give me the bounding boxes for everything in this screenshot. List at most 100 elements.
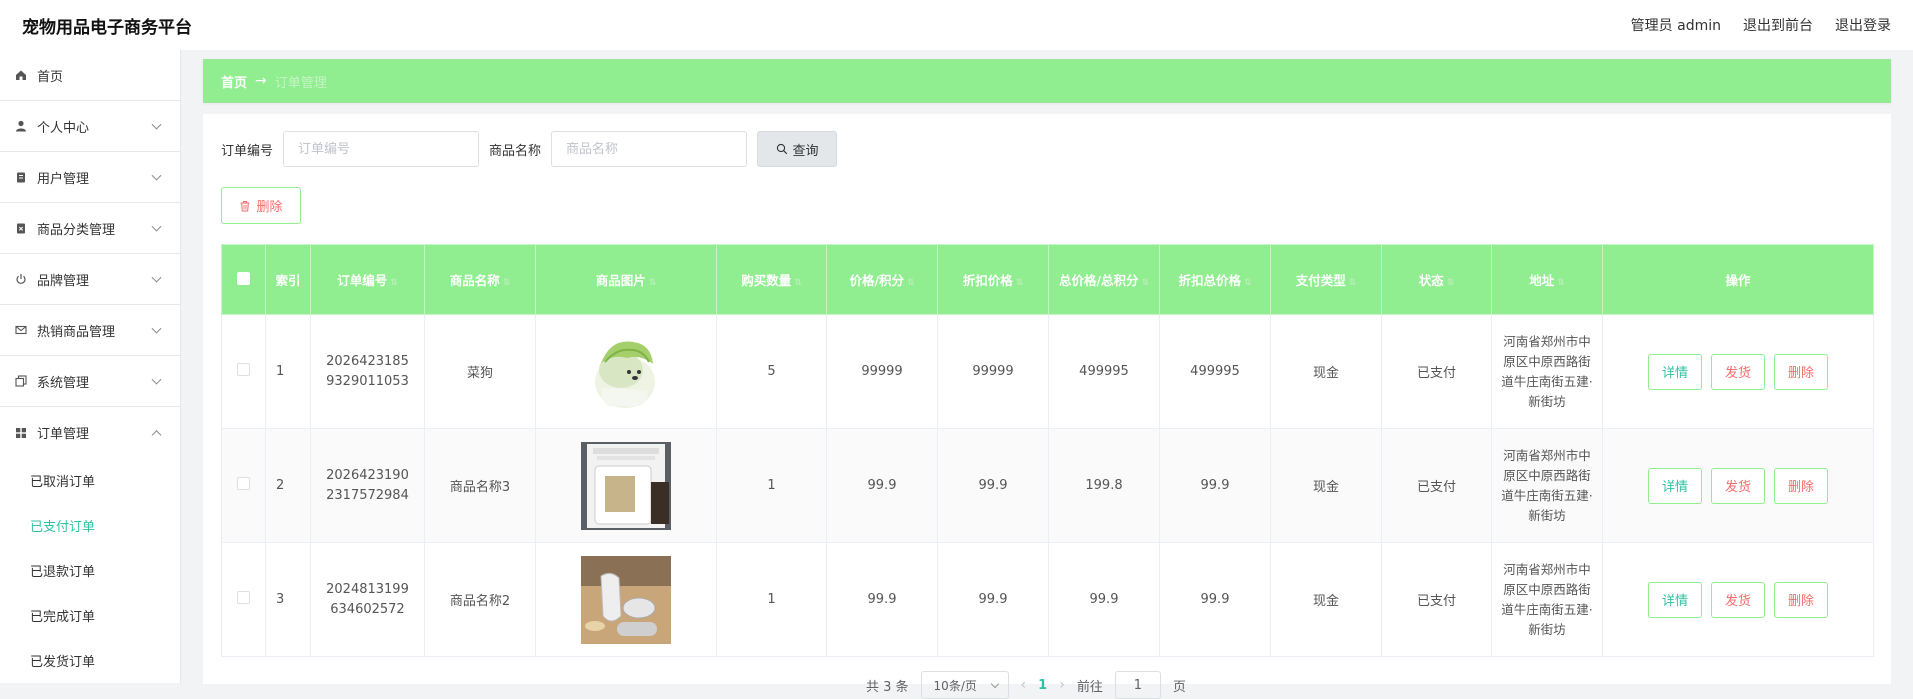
cell-qty: 5 [716,314,827,429]
column-header[interactable]: 商品名称 ⇅ [424,244,536,315]
cell-pay-type: 现金 [1270,314,1382,429]
cell-price: 99.9 [826,542,938,657]
column-header[interactable]: 价格/积分 ⇅ [826,244,938,315]
sidebar-subitem-completed[interactable]: 已完成订单 [0,593,180,638]
select-all-cell[interactable] [221,244,266,315]
column-header[interactable]: 支付类型 ⇅ [1270,244,1382,315]
sidebar-item-orders[interactable]: 订单管理 [0,407,180,458]
breadcrumb-home[interactable]: 首页 [221,72,247,91]
sort-icon: ⇅ [907,278,915,288]
cell-discount-total: 499995 [1159,314,1271,429]
cell-discount: 99.9 [937,428,1049,543]
sort-icon: ⇅ [1141,278,1150,288]
sidebar-item-home[interactable]: 首页 [0,50,180,101]
search-icon [776,143,787,155]
table-row: 2 20264231902317572984 商品名称3 1 99.9 99.9… [221,428,1874,543]
front-site-link[interactable]: 退出到前台 [1743,15,1813,35]
column-header[interactable]: 订单编号 ⇅ [310,244,425,315]
detail-button[interactable]: 详情 [1648,581,1702,618]
page-number[interactable]: 1 [1038,678,1047,693]
sidebar-item-system[interactable]: 系统管理 [0,356,180,407]
sidebar-item-category[interactable]: 商品分类管理 [0,203,180,254]
column-header[interactable]: 状态 ⇅ [1381,244,1492,315]
user-icon [14,119,28,133]
batch-delete-label: 删除 [256,200,283,215]
sidebar-subitem-refunded[interactable]: 已退款订单 [0,548,180,593]
power-icon [14,272,28,286]
ship-button[interactable]: 发货 [1711,353,1765,390]
column-header[interactable]: 折扣价格 ⇅ [937,244,1049,315]
copy-icon [14,374,28,388]
top-bar: 宠物用品电子商务平台 管理员 admin 退出到前台 退出登录 [0,0,1913,50]
detail-button[interactable]: 详情 [1648,467,1702,504]
product-name-input[interactable] [551,131,748,167]
cell-product-image[interactable] [535,314,717,429]
product-image-pet-feeder[interactable] [581,441,671,530]
search-form: 订单编号 商品名称 查询 [221,131,838,167]
product-image-pet-tags[interactable] [581,555,671,644]
order-no-label: 订单编号 [221,143,274,159]
cell-product-name: 商品名称3 [424,428,536,543]
next-page-button[interactable]: › [1059,677,1065,693]
order-table-wrap: 索引 订单编号 ⇅ 商品名称 ⇅ 商品图片 ⇅ 购买数量 ⇅ 价格/积分 ⇅ 折扣价格 ⇅ … [221,244,1874,657]
sidebar-subitem-cancelled[interactable]: 已取消订单 [0,458,180,503]
cell-ops: 详情 发货 删除 [1602,314,1874,429]
cell-ops: 详情 发货 删除 [1602,542,1874,657]
delete-button[interactable]: 删除 [1774,353,1828,390]
cell-product-image[interactable] [535,542,717,657]
query-button[interactable]: 查询 [757,131,838,167]
prev-page-button[interactable]: ‹ [1021,677,1027,693]
pagination-total: 共 3 条 [866,679,909,695]
sidebar-subitem-shipped[interactable]: 已发货订单 [0,638,180,683]
page-size-select[interactable]: 10条/页 [920,671,1009,699]
chevron-up-icon [151,429,162,440]
ship-button[interactable]: 发货 [1711,467,1765,504]
sidebar-item-label: 订单管理 [37,427,90,442]
product-name-label: 商品名称 [489,143,542,159]
cell-pay-type: 现金 [1270,542,1382,657]
cell-price: 99.9 [826,428,938,543]
order-table: 索引 订单编号 ⇅ 商品名称 ⇅ 商品图片 ⇅ 购买数量 ⇅ 价格/积分 ⇅ 折扣价格 ⇅ … [221,244,1874,657]
batch-delete-button[interactable]: 删除 [221,187,301,224]
column-header[interactable]: 商品图片 ⇅ [535,244,717,315]
breadcrumb-arrow: → [255,73,267,89]
sidebar-item-brand[interactable]: 品牌管理 [0,254,180,305]
logout-link[interactable]: 退出登录 [1835,15,1891,35]
row-checkbox[interactable] [237,591,250,604]
row-checkbox[interactable] [237,477,250,490]
product-image-cabbage-dog[interactable] [581,327,671,416]
chevron-down-icon [151,119,162,130]
sidebar-item-label: 热销商品管理 [37,324,116,340]
cell-order-no: 2024813199634602572 [310,542,425,657]
chevron-down-icon [151,272,162,283]
ship-button[interactable]: 发货 [1711,581,1765,618]
admin-user-label[interactable]: 管理员 admin [1631,15,1721,35]
row-checkbox[interactable] [237,363,250,376]
chevron-down-icon [151,374,162,385]
sidebar-item-users[interactable]: 用户管理 [0,152,180,203]
sidebar-item-hot-products[interactable]: 热销商品管理 [0,305,180,356]
sidebar-item-personal[interactable]: 个人中心 [0,101,180,152]
cell-total: 499995 [1048,314,1160,429]
column-header[interactable]: 总价格/总积分 ⇅ [1048,244,1160,315]
delete-button[interactable]: 删除 [1774,581,1828,618]
column-header[interactable]: 折扣总价格 ⇅ [1159,244,1271,315]
chevron-down-icon [151,323,162,334]
breadcrumb: 首页 → 订单管理 [203,59,1891,103]
pagination: 共 3 条 10条/页 ‹ 1 › 前往 1 页 [866,671,1186,699]
delete-button[interactable]: 删除 [1774,467,1828,504]
cell-qty: 1 [716,428,827,543]
cell-product-image[interactable] [535,428,717,543]
sidebar-subitem-paid[interactable]: 已支付订单 [0,503,180,548]
select-all-checkbox[interactable] [237,271,250,285]
sort-icon: ⇅ [1015,278,1024,288]
column-header[interactable]: 购买数量 ⇅ [716,244,827,315]
main-content: 首页 → 订单管理 订单编号 商品名称 查询 删除 [203,59,1891,699]
sort-icon: ⇅ [1348,278,1357,288]
order-no-input[interactable] [283,131,480,167]
goto-page-input[interactable]: 1 [1114,671,1161,699]
column-header[interactable]: 地址 ⇅ [1491,244,1603,315]
detail-button[interactable]: 详情 [1648,353,1702,390]
sidebar: 首页 个人中心 用户管理 商品分类管理 品牌管理 热销商品管理 系统管理 订单管… [0,50,181,683]
cell-order-no: 20264231902317572984 [310,428,425,543]
